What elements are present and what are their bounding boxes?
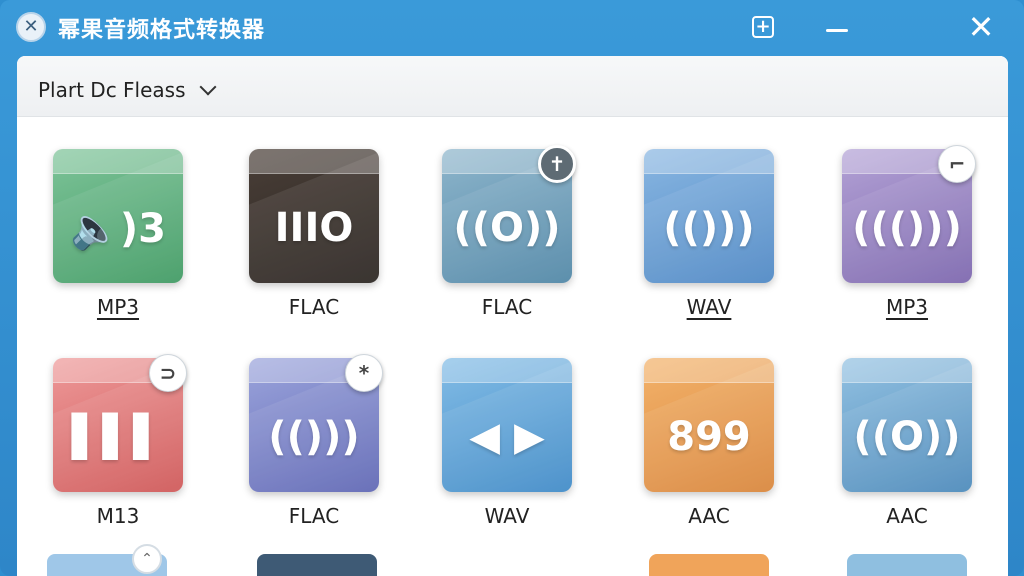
icon-cap — [442, 358, 572, 383]
icon-cap — [53, 149, 183, 174]
audio-format-glyph-icon: IIIO — [274, 205, 354, 251]
toolbar: Plart Dc Fleass — [17, 56, 1008, 117]
partial-tile — [257, 554, 377, 576]
format-label: AAC — [886, 504, 928, 528]
partial-tile — [847, 554, 967, 576]
icon-cap — [644, 358, 774, 383]
app-window: ✕ 幂果音频格式转换器 + ✕ Plart Dc Fleass 🔈)3 MP3 II… — [0, 0, 1024, 576]
format-label: FLAC — [481, 295, 533, 319]
audio-format-glyph-icon: ◀ ▶ — [469, 414, 545, 460]
chevron-down-icon — [199, 78, 217, 96]
format-icon[interactable]: ((O)) — [842, 358, 972, 492]
audio-format-glyph-icon: ((O)) — [453, 205, 561, 251]
scroll-up-handle[interactable]: ⌃ — [132, 544, 162, 574]
icon-cap — [842, 358, 972, 383]
app-close-icon[interactable]: ✕ — [16, 12, 46, 42]
partial-tile — [649, 554, 769, 576]
tile-badge-icon[interactable]: * — [345, 354, 383, 392]
close-window-button[interactable]: ✕ — [966, 11, 996, 43]
audio-format-glyph-icon: 🔈)3 — [70, 205, 166, 252]
icon-cap — [644, 149, 774, 174]
icon-cap — [249, 149, 379, 174]
audio-format-glyph-icon: ((O)) — [853, 414, 961, 460]
format-label: MP3 — [96, 295, 140, 319]
tile-badge-icon[interactable]: ✝ — [538, 145, 576, 183]
minimize-button[interactable] — [822, 12, 852, 42]
dropdown-label: Plart Dc Fleass — [38, 78, 186, 102]
format-label: FLAC — [288, 295, 340, 319]
format-label: FLAC — [288, 504, 340, 528]
format-icon[interactable]: ◀ ▶ — [442, 358, 572, 492]
format-filter-dropdown[interactable]: Plart Dc Fleass — [38, 78, 217, 102]
tile-badge-icon[interactable]: ⌐ — [938, 145, 976, 183]
format-label: AAC — [688, 504, 730, 528]
format-label: WAV — [686, 295, 732, 319]
audio-format-glyph-icon: ((())) — [852, 205, 962, 251]
plus-icon: + — [752, 16, 774, 38]
tile-badge-icon[interactable]: ⊃ — [149, 354, 187, 392]
format-label: MP3 — [885, 295, 929, 319]
format-grid: 🔈)3 MP3 IIIO FLAC ((O)) ✝ FLAC (())) WAV ((())) ⌐ M… — [17, 116, 1008, 576]
format-icon[interactable]: 🔈)3 — [53, 149, 183, 283]
format-label: WAV — [484, 504, 530, 528]
audio-format-glyph-icon: (())) — [663, 205, 755, 251]
audio-format-glyph-icon: 899 — [667, 414, 751, 460]
audio-format-glyph-icon: ▌▌▌ — [71, 414, 165, 460]
minimize-icon — [826, 28, 848, 32]
audio-format-glyph-icon: (())) — [268, 414, 360, 460]
format-icon[interactable]: 899 — [644, 358, 774, 492]
title-bar: ✕ 幂果音频格式转换器 + ✕ — [0, 0, 1024, 56]
content-panel: Plart Dc Fleass 🔈)3 MP3 IIIO FLAC ((O)) ✝ FLAC… — [17, 56, 1008, 576]
add-file-button[interactable]: + — [748, 12, 778, 42]
format-icon[interactable]: IIIO — [249, 149, 379, 283]
window-title: 幂果音频格式转换器 — [58, 18, 266, 43]
format-icon[interactable]: (())) — [644, 149, 774, 283]
format-label: M13 — [96, 504, 140, 528]
